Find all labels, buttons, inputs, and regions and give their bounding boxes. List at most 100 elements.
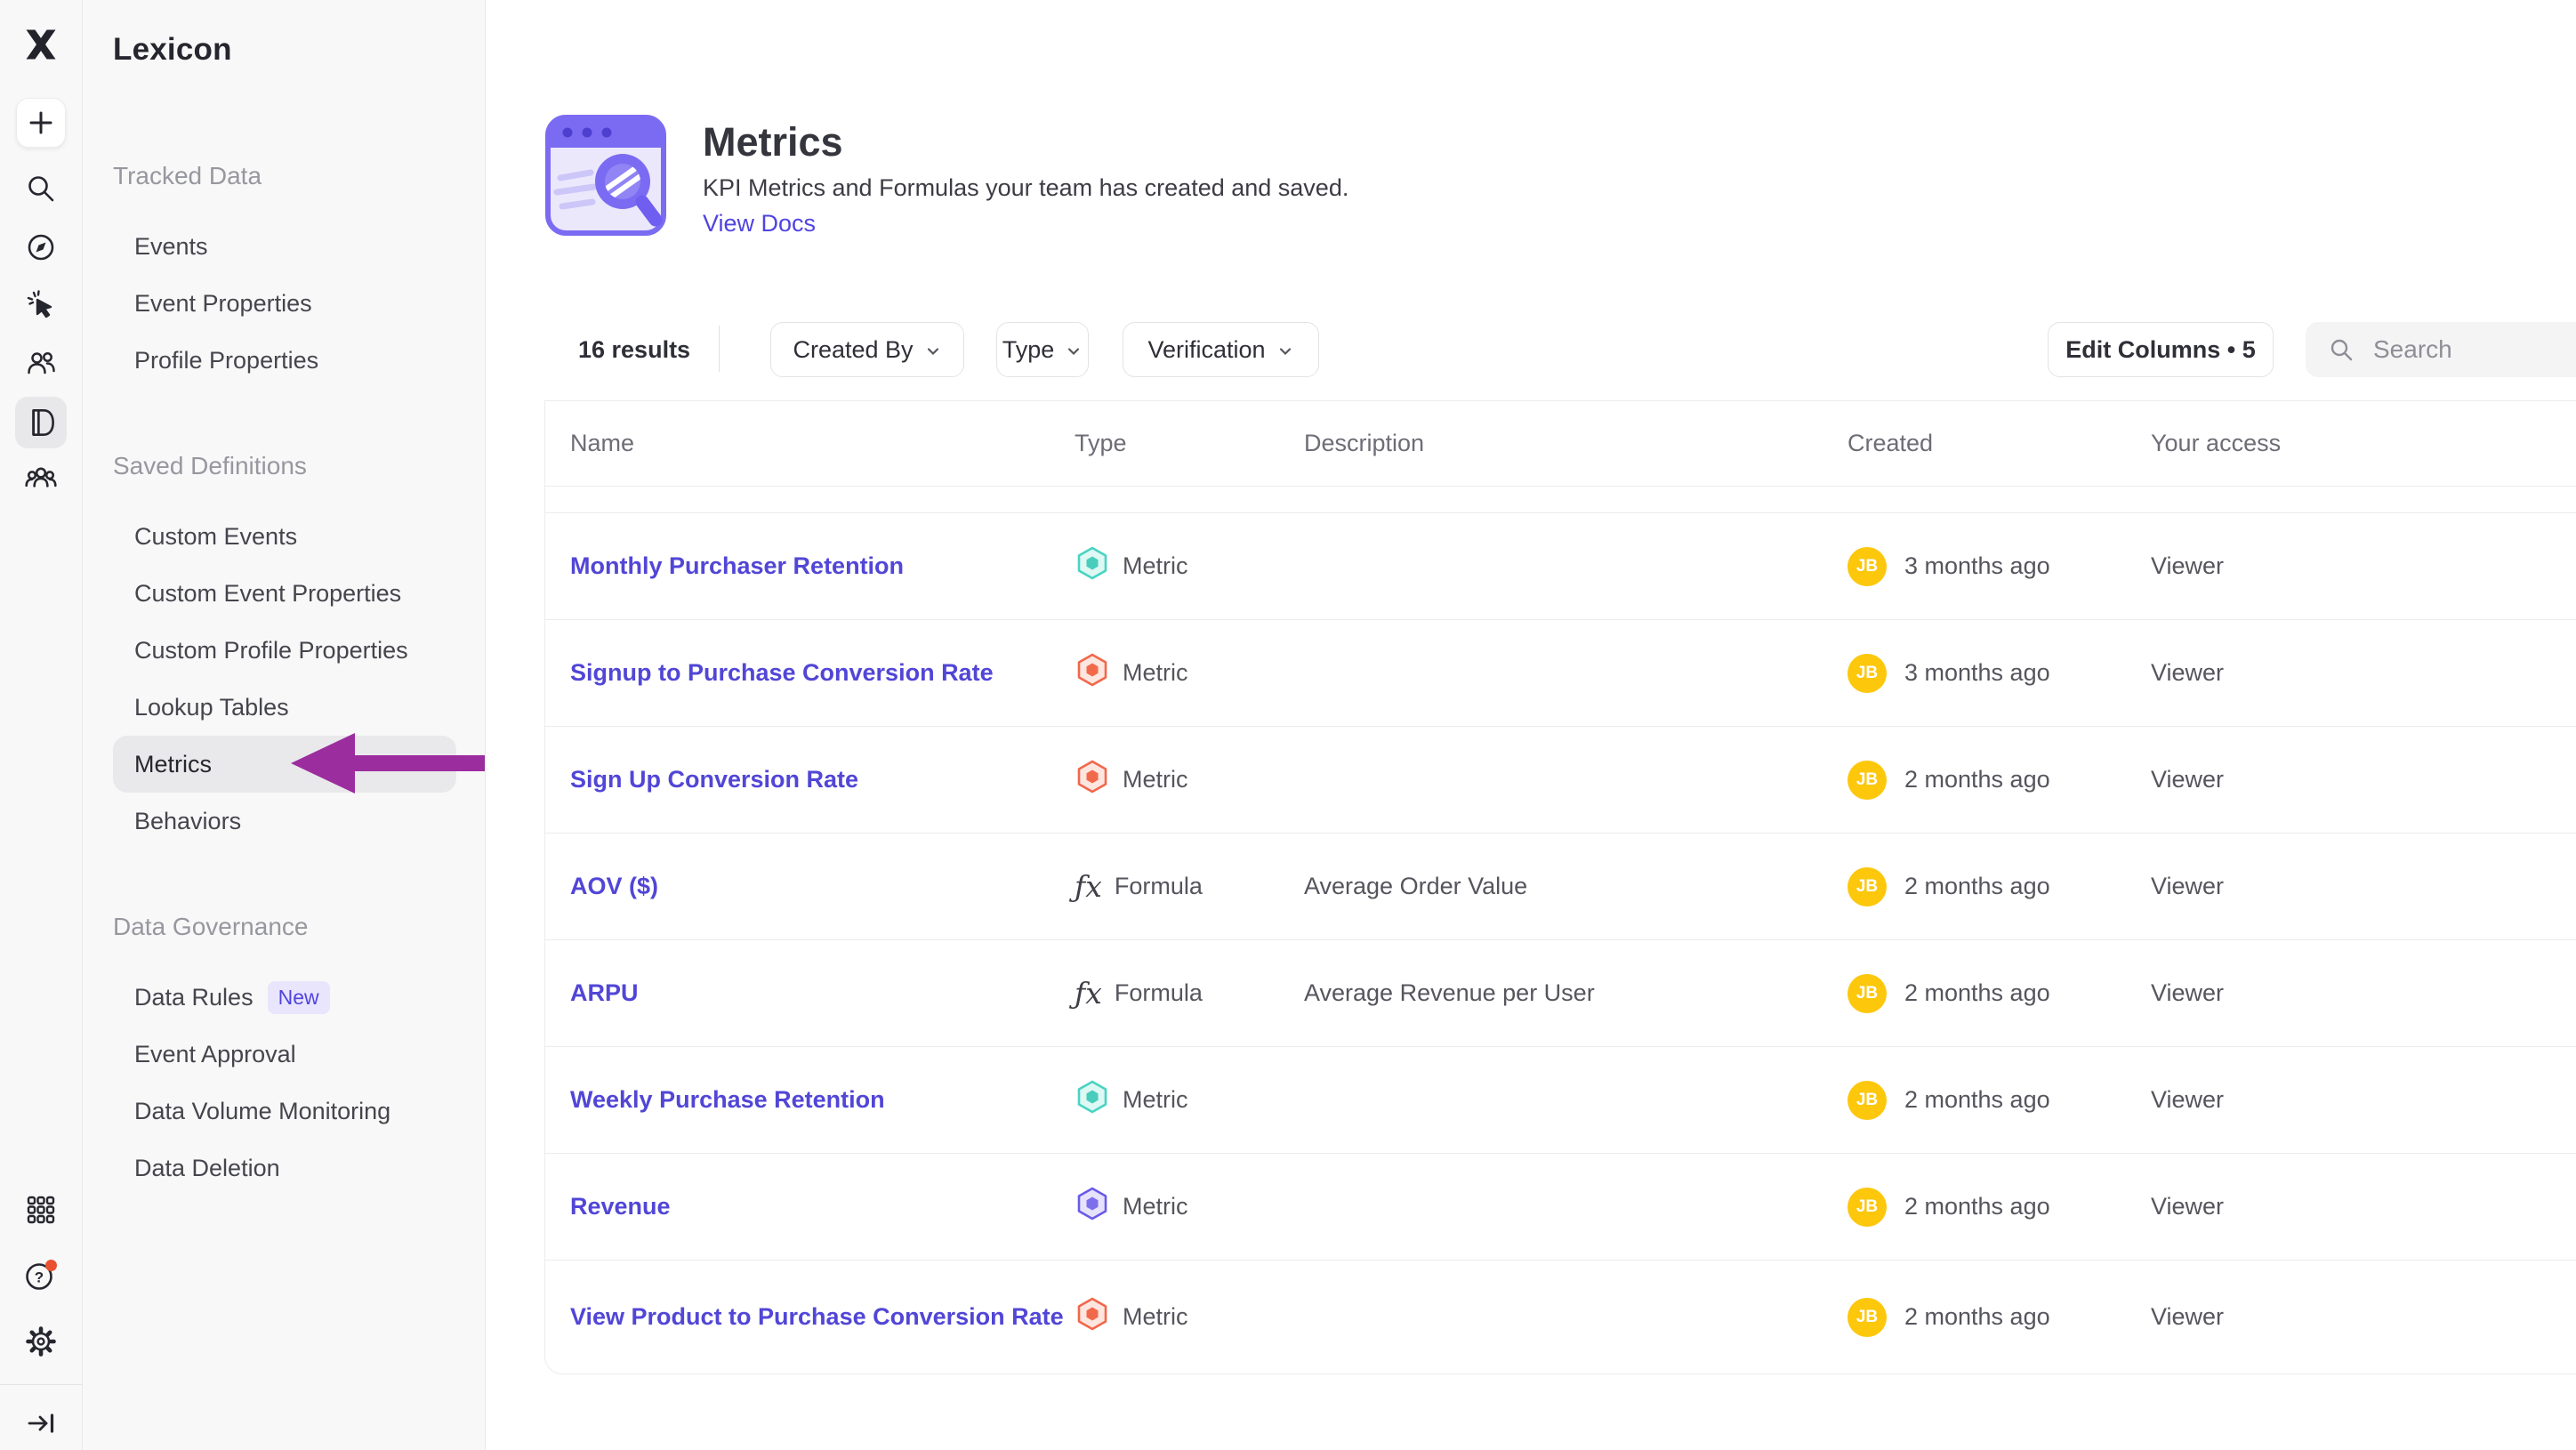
created-time: 2 months ago xyxy=(1904,1193,2050,1220)
edit-columns-button[interactable]: Edit Columns • 5 xyxy=(2048,322,2274,377)
table-row: Monthly Purchaser Retention Metric JB 3 … xyxy=(545,513,2576,620)
toolbar-divider xyxy=(719,326,720,372)
sidebar-section: Tracked Data Events Event Properties Pro… xyxy=(83,148,485,389)
lexicon-book-icon-active[interactable] xyxy=(15,397,67,448)
metric-hexagon-icon xyxy=(1075,652,1110,688)
type-filter-label: Type xyxy=(1002,336,1055,364)
table-row: ARPU ƒx Formula Average Revenue per User… xyxy=(545,940,2576,1047)
main-content: Metrics KPI Metrics and Formulas your te… xyxy=(486,0,2576,1450)
sidebar-item-event-properties[interactable]: Event Properties xyxy=(113,275,456,332)
sidebar-item-data-rules[interactable]: Data Rules New xyxy=(113,969,456,1026)
metric-name-link[interactable]: AOV ($) xyxy=(570,873,658,899)
metric-name-link[interactable]: Signup to Purchase Conversion Rate xyxy=(570,659,994,686)
sidebar-item-label: Custom Profile Properties xyxy=(134,637,408,665)
discover-compass-icon[interactable] xyxy=(23,230,59,265)
metric-name-link[interactable]: Monthly Purchaser Retention xyxy=(570,552,904,579)
sidebar-title: Lexicon xyxy=(113,32,485,68)
search-input[interactable] xyxy=(2371,334,2576,365)
users-icon[interactable] xyxy=(23,345,59,381)
search-box[interactable] xyxy=(2306,322,2576,377)
description-cell: Average Order Value xyxy=(1304,873,1847,900)
events-cursor-icon[interactable] xyxy=(23,286,59,322)
sidebar-item-custom-event-properties[interactable]: Custom Event Properties xyxy=(113,565,456,622)
column-header-created[interactable]: Created xyxy=(1847,430,2151,457)
chevron-down-icon xyxy=(1276,342,1294,360)
description-cell: Average Revenue per User xyxy=(1304,979,1847,1007)
column-header-type[interactable]: Type xyxy=(1075,430,1304,457)
formula-fx-icon: ƒx xyxy=(1075,869,1102,904)
sidebar-item-label: Data Rules xyxy=(134,984,254,1011)
sidebar-item-label: Lookup Tables xyxy=(134,694,289,721)
settings-gear-icon[interactable] xyxy=(23,1324,59,1359)
sidebar-item-behaviors[interactable]: Behaviors xyxy=(113,793,456,850)
metrics-table: Name Type Description Created Your acces… xyxy=(544,400,2576,1374)
metric-name-link[interactable]: Weekly Purchase Retention xyxy=(570,1086,885,1113)
plus-icon[interactable] xyxy=(16,98,66,148)
sidebar-section-label: Tracked Data xyxy=(113,148,485,205)
avatar: JB xyxy=(1847,654,1887,693)
sidebar-item-data-volume-monitoring[interactable]: Data Volume Monitoring xyxy=(113,1083,456,1140)
search-nav-icon[interactable] xyxy=(23,171,59,206)
table-row-partial xyxy=(545,487,2576,513)
type-label: Metric xyxy=(1123,1086,1188,1114)
access-cell: Viewer xyxy=(2151,1303,2576,1331)
avatar: JB xyxy=(1847,1188,1887,1227)
created-time: 2 months ago xyxy=(1904,873,2050,900)
verification-filter-label: Verification xyxy=(1147,336,1265,364)
created-by-filter-button[interactable]: Created By xyxy=(770,322,964,377)
column-header-description[interactable]: Description xyxy=(1304,430,1847,457)
table-row: Sign Up Conversion Rate Metric JB 2 mont… xyxy=(545,727,2576,834)
metric-name-link[interactable]: Sign Up Conversion Rate xyxy=(570,766,858,793)
table-row: View Product to Purchase Conversion Rate… xyxy=(545,1261,2576,1373)
sidebar-item-data-deletion[interactable]: Data Deletion xyxy=(113,1140,456,1196)
type-label: Metric xyxy=(1123,552,1188,580)
sidebar-item-label: Event Properties xyxy=(134,290,312,318)
sidebar-item-custom-events[interactable]: Custom Events xyxy=(113,508,456,565)
chevron-down-icon xyxy=(924,342,942,360)
metric-name-link[interactable]: ARPU xyxy=(570,979,639,1006)
page-title: Metrics xyxy=(703,119,843,165)
sidebar-item-events[interactable]: Events xyxy=(113,218,456,275)
sidebar-item-lookup-tables[interactable]: Lookup Tables xyxy=(113,679,456,736)
metric-name-link[interactable]: Revenue xyxy=(570,1193,671,1220)
metric-hexagon-icon xyxy=(1075,1079,1110,1115)
avatar: JB xyxy=(1847,547,1887,586)
chevron-down-icon xyxy=(1065,342,1083,360)
search-icon xyxy=(2327,335,2355,364)
type-filter-button[interactable]: Type xyxy=(996,322,1089,377)
apps-grid-icon[interactable] xyxy=(23,1192,59,1228)
metric-hexagon-icon xyxy=(1075,1296,1110,1332)
sidebar-item-event-approval[interactable]: Event Approval xyxy=(113,1026,456,1083)
help-icon[interactable]: ? xyxy=(21,1256,60,1295)
metric-name-link[interactable]: View Product to Purchase Conversion Rate xyxy=(570,1303,1064,1330)
created-time: 2 months ago xyxy=(1904,766,2050,793)
metrics-page-icon xyxy=(544,114,667,241)
sidebar-item-custom-profile-properties[interactable]: Custom Profile Properties xyxy=(113,622,456,679)
cohorts-group-icon[interactable] xyxy=(22,461,60,498)
avatar: JB xyxy=(1847,1298,1887,1337)
table-row: AOV ($) ƒx Formula Average Order Value J… xyxy=(545,834,2576,940)
verification-filter-button[interactable]: Verification xyxy=(1123,322,1319,377)
active-icon-highlight xyxy=(15,397,67,448)
new-badge: New xyxy=(268,981,330,1014)
table-row: Weekly Purchase Retention Metric JB 2 mo… xyxy=(545,1047,2576,1154)
created-by-filter-label: Created By xyxy=(793,336,913,364)
access-cell: Viewer xyxy=(2151,659,2576,687)
sidebar-item-label: Profile Properties xyxy=(134,347,318,375)
collapse-rail-icon[interactable] xyxy=(23,1406,59,1441)
type-label: Metric xyxy=(1123,766,1188,793)
icon-rail: ? xyxy=(0,0,83,1450)
sidebar-item-metrics[interactable]: Metrics xyxy=(113,736,456,793)
column-header-name[interactable]: Name xyxy=(545,430,1075,457)
access-cell: Viewer xyxy=(2151,1086,2576,1114)
column-header-your-access[interactable]: Your access xyxy=(2151,430,2576,457)
sidebar-section-label: Saved Definitions xyxy=(113,438,485,495)
access-cell: Viewer xyxy=(2151,766,2576,793)
metric-hexagon-icon xyxy=(1075,1186,1110,1221)
view-docs-link[interactable]: View Docs xyxy=(703,210,816,238)
formula-fx-icon: ƒx xyxy=(1075,976,1102,1011)
sidebar-item-profile-properties[interactable]: Profile Properties xyxy=(113,332,456,389)
avatar: JB xyxy=(1847,867,1887,906)
access-cell: Viewer xyxy=(2151,1193,2576,1220)
create-plus-button[interactable] xyxy=(16,98,66,148)
